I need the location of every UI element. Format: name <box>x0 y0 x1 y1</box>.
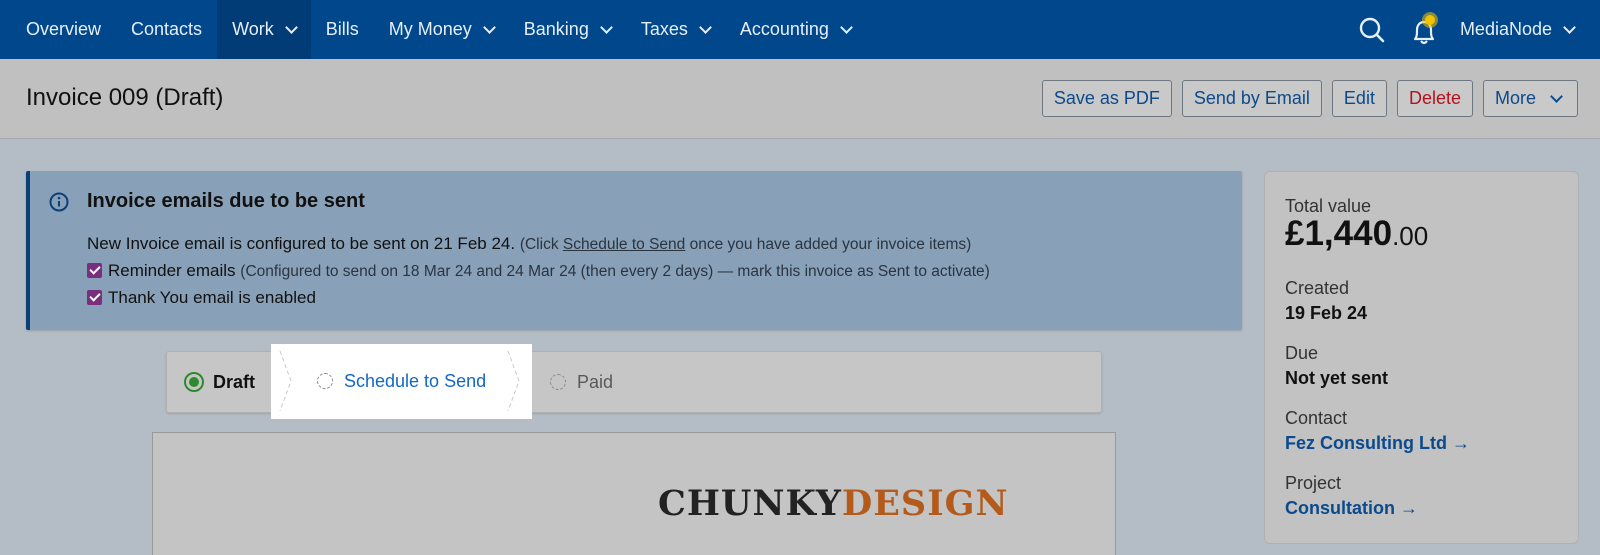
nav-work[interactable]: Work <box>217 0 311 59</box>
created-value: 19 Feb 24 <box>1285 303 1368 323</box>
project-label: Project <box>1285 473 1342 493</box>
notice-title: Invoice emails due to be sent <box>87 190 365 212</box>
thank-you-email-row: Thank You email is enabled <box>87 288 316 308</box>
contact-link[interactable]: Fez Consulting Ltd → <box>1285 433 1470 454</box>
page-title: Invoice 009 (Draft) <box>26 84 224 111</box>
step-schedule-label: Schedule to Send <box>344 370 487 391</box>
nav-my-money-label: My Money <box>388 19 472 39</box>
nav-accounting-label: Accounting <box>739 19 829 39</box>
step-divider-right <box>507 350 520 412</box>
info-icon <box>49 192 69 212</box>
send-by-email-button[interactable]: Send by Email <box>1181 80 1322 117</box>
step-draft[interactable]: Draft <box>184 352 255 412</box>
company-logo: CHUNKYDESIGN <box>658 483 1008 524</box>
page-header: Invoice 009 (Draft) Save as PDF Send by … <box>0 59 1600 139</box>
reminder-emails-checkbox[interactable] <box>87 263 102 278</box>
chevron-down-icon <box>482 20 496 34</box>
pending-circle-icon <box>550 374 566 390</box>
notice-hint-post: once you have added your invoice items) <box>685 236 972 253</box>
notice-schedule-line: New Invoice email is configured to be se… <box>87 234 971 254</box>
contact-label: Contact <box>1285 408 1348 428</box>
chevron-down-icon <box>284 20 298 34</box>
thank-you-email-checkbox[interactable] <box>87 290 102 305</box>
header-actions: Save as PDF Send by Email Edit Delete Mo… <box>1041 80 1578 117</box>
due-label: Due <box>1285 343 1319 363</box>
step-schedule-highlight: Schedule to Send <box>271 344 532 419</box>
nav-bills-label: Bills <box>325 19 359 39</box>
total-value-cents: .00 <box>1392 221 1429 251</box>
notice-schedule-hint: (Click Schedule to Send once you have ad… <box>520 236 972 253</box>
check-circle-icon <box>184 372 204 392</box>
reminder-emails-row: Reminder emails (Configured to send on 1… <box>87 261 990 281</box>
more-button[interactable]: More <box>1482 80 1578 117</box>
chevron-down-icon <box>599 20 613 34</box>
step-draft-label: Draft <box>213 371 256 392</box>
nav-banking-label: Banking <box>523 19 589 39</box>
nav-taxes-label: Taxes <box>640 19 688 39</box>
nav-contacts[interactable]: Contacts <box>116 0 217 59</box>
chevron-down-icon <box>840 20 853 34</box>
save-as-pdf-button[interactable]: Save as PDF <box>1041 80 1172 117</box>
search-icon <box>1359 17 1385 42</box>
chevron-down-icon <box>699 20 712 34</box>
edit-button[interactable]: Edit <box>1331 80 1387 117</box>
step-schedule-to-send[interactable]: Schedule to Send <box>317 351 486 411</box>
invoice-summary-card: Total value £1,440.00 Created 19 Feb 24 … <box>1264 171 1579 544</box>
schedule-to-send-link[interactable]: Schedule to Send <box>563 236 685 253</box>
total-value-main: £1,440 <box>1285 214 1393 253</box>
account-menu[interactable]: MediaNode <box>1444 19 1600 40</box>
logo-part-1: CHUNKY <box>658 483 842 524</box>
thank-you-email-label: Thank You email is enabled <box>108 288 316 307</box>
nav-overview-label: Overview <box>26 19 102 39</box>
reminder-emails-note: (Configured to send on 18 Mar 24 and 24 … <box>240 263 990 280</box>
nav-my-money[interactable]: My Money <box>374 0 509 59</box>
step-paid-label: Paid <box>577 371 614 392</box>
nav-work-label: Work <box>232 19 274 39</box>
nav-accounting[interactable]: Accounting <box>725 0 866 59</box>
step-paid[interactable]: Paid <box>550 352 613 412</box>
more-button-label: More <box>1494 88 1536 108</box>
logo-part-2: DESIGN <box>841 483 1009 524</box>
nav-overview[interactable]: Overview <box>0 0 116 59</box>
bell-icon <box>1413 11 1438 44</box>
invoice-preview: CHUNKYDESIGN <box>152 432 1116 555</box>
nav-taxes[interactable]: Taxes <box>626 0 725 59</box>
nav-right: MediaNode <box>1352 0 1600 59</box>
project-link[interactable]: Consultation → <box>1285 498 1418 519</box>
notice-schedule-text: New Invoice email is configured to be se… <box>87 234 516 253</box>
notifications-button[interactable] <box>1404 10 1444 50</box>
chevron-down-icon <box>1563 20 1576 34</box>
created-label: Created <box>1285 278 1350 298</box>
total-value: £1,440.00 <box>1285 214 1428 254</box>
top-nav: Overview Contacts Work Bills My Money Ba… <box>0 0 1600 59</box>
reminder-emails-label: Reminder emails <box>108 261 236 280</box>
nav-bills[interactable]: Bills <box>311 0 374 59</box>
nav-contacts-label: Contacts <box>131 19 203 39</box>
search-button[interactable] <box>1352 10 1392 50</box>
due-value: Not yet sent <box>1285 368 1389 388</box>
nav-banking[interactable]: Banking <box>509 0 626 59</box>
pending-circle-icon <box>317 373 333 389</box>
delete-button[interactable]: Delete <box>1396 80 1473 117</box>
invoice-email-notice: Invoice emails due to be sent New Invoic… <box>26 171 1242 330</box>
notice-hint-pre: (Click <box>519 236 563 253</box>
chevron-down-icon <box>1550 89 1563 103</box>
account-name: MediaNode <box>1459 19 1552 39</box>
step-divider-left <box>279 350 292 412</box>
